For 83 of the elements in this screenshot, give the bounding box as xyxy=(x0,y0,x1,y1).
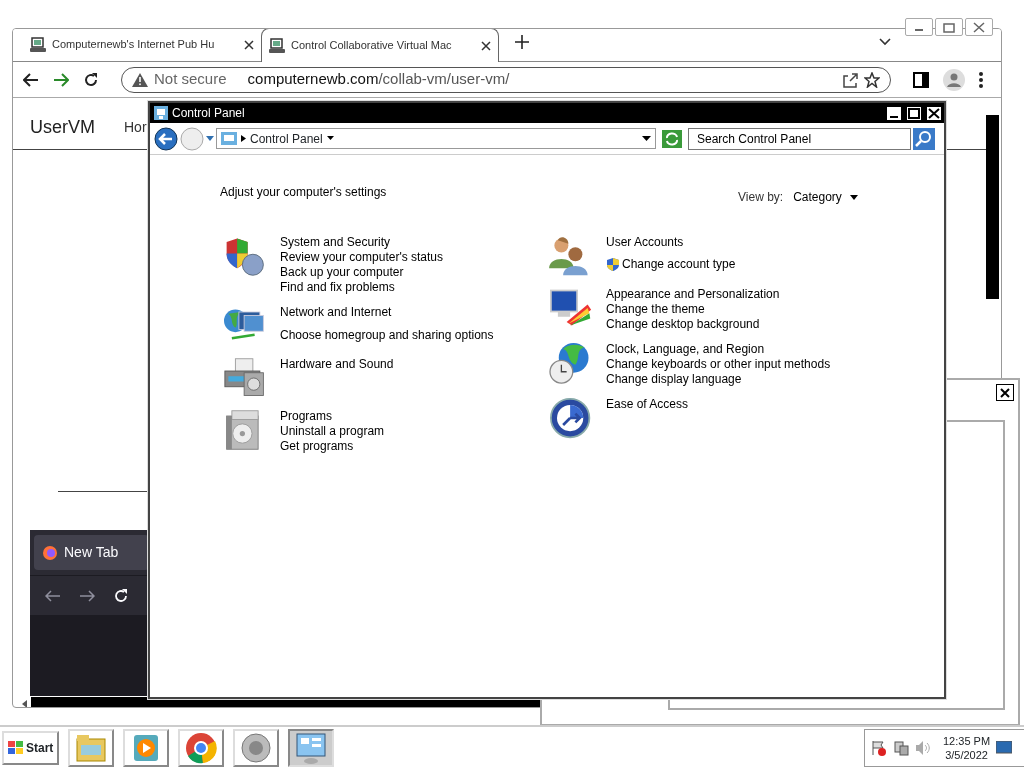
taskbar-button[interactable] xyxy=(233,728,280,767)
category-link[interactable]: Programs xyxy=(280,409,385,424)
warning-icon xyxy=(132,72,148,87)
minimize-button[interactable] xyxy=(886,105,902,121)
category-link[interactable]: Ease of Access xyxy=(606,397,689,412)
task-link[interactable]: Choose homegroup and sharing options xyxy=(280,328,494,343)
start-button[interactable]: Start xyxy=(2,730,60,765)
show-desktop-icon[interactable] xyxy=(996,740,1013,755)
task-link[interactable]: Change account type xyxy=(622,257,736,272)
task-link[interactable]: Change keyboards or other input methods xyxy=(606,357,831,372)
scrollbar-thumb[interactable] xyxy=(986,115,999,299)
close-icon xyxy=(971,21,987,33)
flag-icon[interactable] xyxy=(871,739,887,756)
taskbar-button[interactable] xyxy=(68,728,115,767)
close-icon[interactable] xyxy=(244,39,254,50)
minimize-icon xyxy=(890,116,898,118)
plus-icon[interactable] xyxy=(515,34,529,49)
search-field[interactable]: Search Control Panel xyxy=(688,127,911,150)
task-link[interactable]: Find and fix problems xyxy=(280,280,444,295)
url-text: computernewb.com/collab-vm/user-vm/ xyxy=(247,69,511,90)
task-link[interactable]: Change display language xyxy=(606,372,831,387)
profile-icon[interactable] xyxy=(943,68,965,91)
view-by-dropdown[interactable]: Category xyxy=(793,188,858,206)
clock-date[interactable]: 3/5/2022 xyxy=(943,747,991,762)
close-button[interactable] xyxy=(926,105,942,121)
windows-logo-icon xyxy=(8,740,24,755)
browser-tab[interactable]: New Tab xyxy=(34,535,149,570)
category-link[interactable]: Appearance and Personalization xyxy=(606,287,780,302)
share-icon[interactable] xyxy=(842,71,858,88)
side-panel-icon[interactable] xyxy=(913,72,929,89)
category-link[interactable]: Clock, Language, and Region xyxy=(606,342,831,357)
dropdown-icon[interactable] xyxy=(642,135,651,142)
computer-icon xyxy=(30,36,46,53)
close-icon[interactable] xyxy=(481,40,491,51)
clock-time[interactable]: 12:35 PM xyxy=(943,733,991,748)
window-title: Control Panel xyxy=(172,105,246,122)
star-icon[interactable] xyxy=(864,71,880,88)
task-link[interactable]: Review your computer's status xyxy=(280,250,444,265)
category-link[interactable]: Hardware and Sound xyxy=(280,357,394,372)
maximize-icon xyxy=(941,21,957,33)
close-icon xyxy=(927,106,941,120)
page-heading: Adjust your computer's settings xyxy=(220,184,387,201)
back-icon[interactable] xyxy=(154,126,178,151)
search-icon[interactable] xyxy=(913,127,935,150)
breadcrumb-item[interactable]: Control Panel xyxy=(250,129,323,148)
maximize-icon xyxy=(907,106,921,120)
address-field[interactable]: Control Panel xyxy=(216,128,656,149)
chevron-down-icon[interactable] xyxy=(879,37,891,46)
scroll-left-icon[interactable] xyxy=(22,700,27,707)
task-link[interactable]: Uninstall a program xyxy=(280,424,385,439)
task-link[interactable]: Change the theme xyxy=(606,302,780,317)
caret-icon xyxy=(849,194,858,200)
category-link[interactable]: User Accounts xyxy=(606,235,736,250)
task-link[interactable]: Change desktop background xyxy=(606,317,780,332)
browser-tab[interactable]: Computernewb's Internet Pub Hu xyxy=(23,29,261,61)
reload-icon[interactable] xyxy=(113,587,129,604)
chrome-icon xyxy=(183,730,220,765)
security-label: Not secure xyxy=(154,69,227,90)
browser-tab[interactable]: Control Collaborative Virtual Mac xyxy=(261,29,499,62)
close-button[interactable] xyxy=(996,384,1014,401)
taskbar-button[interactable] xyxy=(288,728,335,767)
chevron-right-icon[interactable] xyxy=(241,135,246,142)
network-icon[interactable] xyxy=(893,739,909,756)
refresh-icon[interactable] xyxy=(662,129,682,148)
category-link[interactable]: Network and Internet xyxy=(280,305,494,320)
computer-icon xyxy=(269,37,285,54)
nav-link[interactable]: Hor xyxy=(124,117,147,138)
control-panel-icon xyxy=(221,131,237,146)
site-brand[interactable]: UserVM xyxy=(30,114,95,141)
maximize-button[interactable] xyxy=(906,105,922,121)
more-icon[interactable] xyxy=(979,71,983,88)
reload-icon[interactable] xyxy=(83,71,99,88)
view-by-label: View by: xyxy=(738,189,784,206)
minimize-icon xyxy=(915,29,923,31)
close-icon xyxy=(1000,387,1010,398)
task-link[interactable]: Get programs xyxy=(280,439,385,454)
category-link[interactable]: System and Security xyxy=(280,235,444,250)
task-link[interactable]: Back up your computer xyxy=(280,265,444,280)
taskbar-button[interactable] xyxy=(123,728,170,767)
control-panel-icon xyxy=(154,106,168,120)
taskbar-button[interactable] xyxy=(178,728,225,767)
back-icon[interactable] xyxy=(23,72,39,87)
chevron-down-icon[interactable] xyxy=(326,136,334,141)
